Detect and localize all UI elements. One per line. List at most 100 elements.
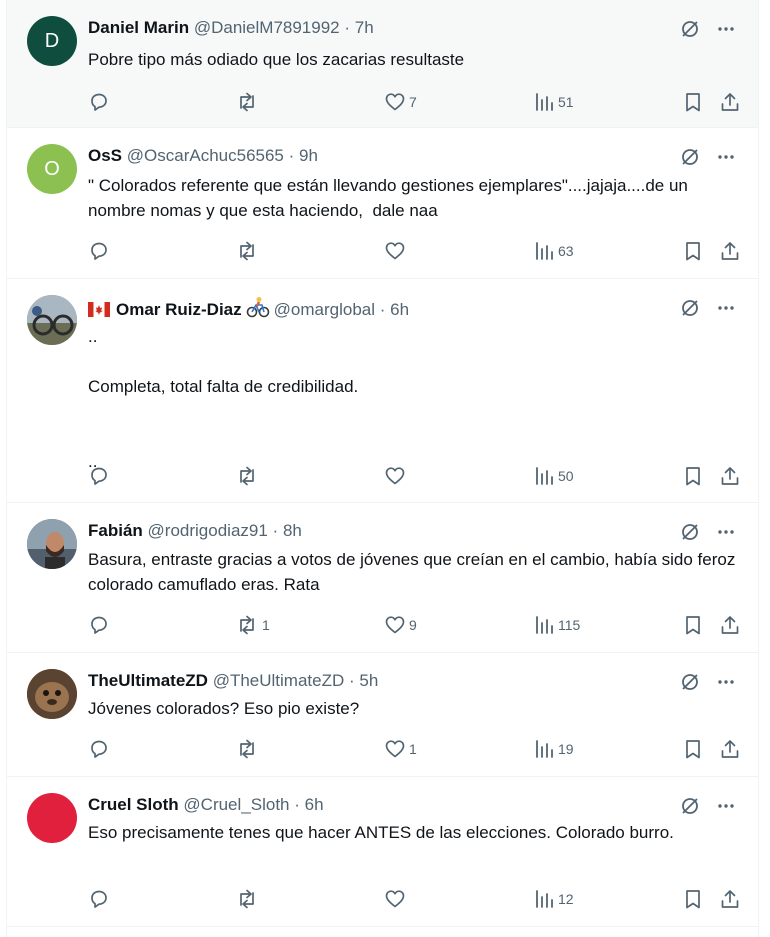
like-button[interactable]: 1 [384,737,417,761]
like-button[interactable]: 7 [384,90,417,114]
tweet-time[interactable]: 7h [355,18,374,37]
more-icon[interactable] [714,670,738,694]
share-button[interactable] [719,887,741,911]
tweet-time[interactable]: 5h [359,671,378,690]
more-icon[interactable] [714,520,738,544]
bookmark-icon [686,242,700,261]
reply-tweet[interactable]: Cruel Sloth @Cruel_Sloth · 6h Eso precis… [7,777,758,927]
views-count: 19 [558,741,574,757]
reply-button[interactable] [88,90,110,114]
author-name[interactable]: Cruel Sloth [88,795,179,814]
avatar[interactable] [27,519,77,569]
reply-tweet[interactable]: D Daniel Marin @DanielM7891992 · 7h Pobr… [7,0,758,128]
reply-tweet[interactable]: O OsS @OscarAchuc56565 · 9h " Colorados … [7,128,758,279]
more-icon[interactable] [714,296,738,320]
reply-button[interactable] [88,613,110,637]
tweet-top-actions [678,145,738,169]
avatar[interactable]: O [27,144,77,194]
author-name[interactable]: OsS [88,146,122,165]
grok-icon[interactable] [678,145,702,169]
separator-dot: · [272,521,279,540]
grok-icon[interactable] [678,794,702,818]
repost-button[interactable]: 1 [235,613,270,637]
more-icon[interactable] [714,17,738,41]
repost-icon [240,241,254,261]
author-handle[interactable]: @TheUltimateZD [213,671,345,690]
tweet-text: " Colorados referente que están llevando… [88,176,693,220]
tweet-top-actions [678,17,738,41]
like-button[interactable] [384,887,409,911]
author-name[interactable]: TheUltimateZD [88,671,208,690]
reply-button[interactable] [88,464,110,488]
views-button[interactable]: 12 [533,887,574,911]
reply-tweet[interactable]: TheUltimateZD @TheUltimateZD · 5h Jóvene… [7,653,758,777]
share-button[interactable] [719,737,741,761]
bookmark-button[interactable] [682,90,704,114]
bookmark-button[interactable] [682,737,704,761]
repost-button[interactable] [235,90,262,114]
share-button[interactable] [719,239,741,263]
repost-button[interactable] [235,464,262,488]
author-handle[interactable]: @rodrigodiaz91 [148,521,268,540]
share-icon [721,242,739,260]
share-icon [721,616,739,634]
author-name[interactable]: Daniel Marin [88,18,189,37]
reply-button[interactable] [88,887,110,911]
separator-dot: · [294,795,300,814]
reply-icon [91,740,107,758]
author-handle[interactable]: @omarglobal [274,300,375,319]
grok-icon[interactable] [678,520,702,544]
author-name[interactable]: Fabián [88,521,143,540]
views-icon [536,467,553,485]
share-button[interactable] [719,464,741,488]
reply-tweet[interactable]: Fabián @rodrigodiaz91 · 8h Basura, entra… [7,503,758,653]
author-handle[interactable]: @Cruel_Sloth [183,795,289,814]
reply-icon [91,890,107,908]
tweet-header: Daniel Marin @DanielM7891992 · 7h [88,17,374,39]
grok-icon[interactable] [678,17,702,41]
repost-button[interactable] [235,887,262,911]
reply-button[interactable] [88,239,110,263]
author-handle[interactable]: @DanielM7891992 [194,18,340,37]
reply-icon [91,242,107,260]
bookmark-button[interactable] [682,239,704,263]
avatar[interactable]: D [27,16,77,66]
views-button[interactable]: 115 [533,613,580,637]
repost-count: 1 [262,617,270,633]
bookmark-button[interactable] [682,887,704,911]
share-button[interactable] [719,90,741,114]
more-icon[interactable] [714,794,738,818]
like-button[interactable]: 9 [384,613,417,637]
grok-icon[interactable] [678,296,702,320]
tweet-time[interactable]: 6h [305,795,324,814]
like-button[interactable] [384,464,409,488]
avatar[interactable] [27,793,77,843]
grok-icon[interactable] [678,670,702,694]
repost-icon [240,739,254,759]
repost-button[interactable] [235,239,262,263]
views-button[interactable]: 51 [533,90,574,114]
like-button[interactable] [384,239,409,263]
bookmark-button[interactable] [682,613,704,637]
tweet-time[interactable]: 8h [283,521,302,540]
more-icon[interactable] [714,145,738,169]
views-button[interactable]: 19 [533,737,574,761]
views-button[interactable]: 63 [533,239,574,263]
author-handle[interactable]: @OscarAchuc56565 [127,146,284,165]
share-button[interactable] [719,613,741,637]
repost-button[interactable] [235,737,262,761]
author-name[interactable]: Omar Ruiz-Diaz [116,300,242,319]
heart-icon [385,616,405,634]
tweet-text: .. Completa, total falta de credibilidad… [88,327,359,471]
reply-icon [91,467,107,485]
views-icon [536,740,553,758]
avatar[interactable] [27,295,77,345]
reply-tweet[interactable]: Omar Ruiz-Diaz @omarglobal · 6h .. Compl… [7,279,758,503]
bookmark-button[interactable] [682,464,704,488]
tweet-time[interactable]: 9h [299,146,318,165]
views-button[interactable]: 50 [533,464,574,488]
tweet-top-actions [678,794,738,818]
avatar[interactable] [27,669,77,719]
reply-button[interactable] [88,737,110,761]
tweet-time[interactable]: 6h [390,300,409,319]
